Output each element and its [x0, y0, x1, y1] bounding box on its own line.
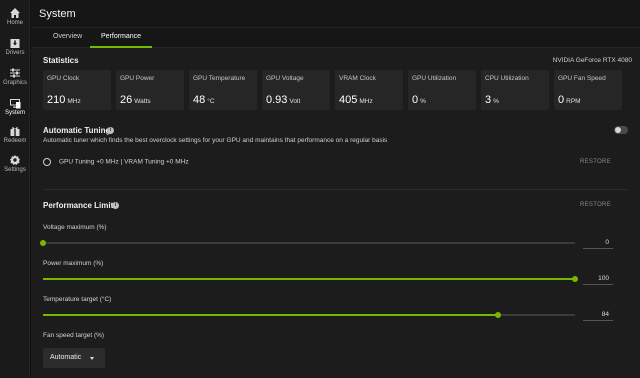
- sidebar-item-label: System: [4, 110, 25, 116]
- stat-card-gpu-temperature: GPU Temperature 48 °C: [189, 70, 257, 110]
- chevron-down-icon: [90, 357, 94, 360]
- statistics-title: Statistics: [43, 56, 79, 65]
- stat-label: VRAM Clock: [339, 75, 376, 82]
- tuning-restore-button[interactable]: RESTORE: [580, 159, 611, 165]
- sidebar-item-label: Drivers: [5, 50, 25, 56]
- stat-label: GPU Temperature: [193, 75, 246, 82]
- stat-card-gpu-utilization: GPU Utilization 0%: [408, 70, 476, 110]
- stat-label: GPU Utilization: [412, 75, 457, 82]
- temperature-target-label: Temperature target (°C): [43, 296, 112, 303]
- limits-restore-button[interactable]: RESTORE: [580, 202, 611, 208]
- stat-label: GPU Clock: [47, 75, 80, 82]
- sidebar-item-label: Settings: [4, 167, 26, 173]
- automatic-tuning-toggle[interactable]: [614, 126, 628, 134]
- sidebar-item-label: Graphics: [2, 80, 27, 86]
- temperature-target-slider[interactable]: [43, 312, 575, 318]
- info-icon[interactable]: i: [112, 202, 119, 209]
- tab-overview[interactable]: Overview: [53, 33, 82, 40]
- sidebar-item-graphics[interactable]: Graphics: [0, 66, 30, 94]
- sidebar-item-redeem[interactable]: Redeem: [0, 124, 30, 152]
- power-maximum-slider[interactable]: [43, 276, 578, 282]
- settings-icon: [9, 153, 21, 165]
- power-maximum-label: Power maximum (%): [43, 260, 104, 267]
- stat-value: 26 Watts: [120, 94, 151, 106]
- voltage-maximum-label: Voltage maximum (%): [43, 224, 107, 231]
- stat-label: GPU Fan Speed: [558, 75, 606, 82]
- stat-value: 0%: [412, 94, 426, 106]
- sidebar-item-home[interactable]: Home: [0, 6, 30, 34]
- sidebar-item-label: Home: [6, 20, 23, 26]
- drivers-icon: [9, 36, 21, 48]
- stat-card-gpu-voltage: GPU Voltage 0.93 Volt: [262, 70, 330, 110]
- power-maximum-value[interactable]: 100: [583, 274, 613, 285]
- tuning-status: GPU Tuning +0 MHz | VRAM Tuning +0 MHz: [43, 158, 189, 166]
- stat-label: GPU Voltage: [266, 75, 304, 82]
- fan-speed-dropdown[interactable]: Automatic: [43, 348, 105, 368]
- automatic-tuning-description: Automatic tuner which finds the best ove…: [43, 137, 388, 144]
- redeem-icon: [9, 124, 21, 136]
- sidebar-item-system[interactable]: System: [0, 96, 30, 124]
- header: System: [31, 0, 640, 28]
- sidebar: Home Drivers Graphics System Redeem Sett…: [0, 0, 30, 378]
- temperature-target-value[interactable]: 84: [583, 310, 613, 321]
- home-icon: [9, 6, 21, 18]
- info-icon[interactable]: i: [107, 127, 114, 134]
- toggle-knob: [615, 127, 621, 133]
- stat-card-gpu-clock: GPU Clock 210 MHz: [43, 70, 111, 110]
- voltage-maximum-slider[interactable]: [40, 240, 575, 246]
- stat-value: 210 MHz: [47, 94, 81, 106]
- stat-card-cpu-utilization: CPU Utilization 3%: [481, 70, 549, 110]
- gauge-icon: [43, 158, 51, 166]
- system-icon: [9, 96, 21, 109]
- stat-value: 48 °C: [193, 94, 215, 106]
- stat-card-vram-clock: VRAM Clock 405 MHz: [335, 70, 403, 110]
- stat-value: 405 MHz: [339, 94, 373, 106]
- slider-thumb[interactable]: [572, 276, 578, 282]
- sidebar-item-label: Redeem: [3, 138, 27, 144]
- stat-label: CPU Utilization: [485, 75, 529, 82]
- tab-bar: Overview Performance: [31, 28, 640, 48]
- sidebar-item-drivers[interactable]: Drivers: [0, 36, 30, 64]
- slider-fill: [43, 314, 498, 316]
- gpu-name: NVIDIA GeForce RTX 4080: [552, 57, 632, 64]
- slider-thumb[interactable]: [40, 240, 46, 246]
- stat-label: GPU Power: [120, 75, 155, 82]
- sidebar-item-settings[interactable]: Settings: [0, 153, 30, 181]
- fan-speed-target-label: Fan speed target (%): [43, 332, 105, 339]
- stat-value: 0 RPM: [558, 94, 581, 106]
- stat-value: 0.93 Volt: [266, 94, 301, 106]
- stat-card-gpu-fan-speed: GPU Fan Speed 0 RPM: [554, 70, 622, 110]
- main-content: Statistics NVIDIA GeForce RTX 4080 GPU C…: [31, 48, 640, 378]
- divider: [43, 189, 628, 190]
- automatic-tuning-title: Automatic Tuning: [43, 126, 111, 135]
- tuning-status-text: GPU Tuning +0 MHz | VRAM Tuning +0 MHz: [59, 158, 189, 166]
- voltage-maximum-value[interactable]: 0: [583, 238, 613, 249]
- fan-speed-selected: Automatic: [50, 354, 82, 361]
- graphics-icon: [9, 66, 21, 78]
- slider-thumb[interactable]: [495, 312, 501, 318]
- performance-limits-title: Performance Limits: [43, 201, 118, 210]
- page-title: System: [39, 8, 76, 20]
- stat-card-gpu-power: GPU Power 26 Watts: [116, 70, 184, 110]
- tab-performance[interactable]: Performance: [101, 33, 141, 40]
- stat-value: 3%: [485, 94, 499, 106]
- slider-fill: [43, 278, 575, 280]
